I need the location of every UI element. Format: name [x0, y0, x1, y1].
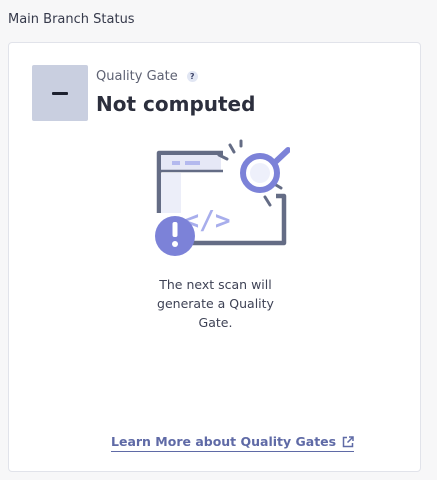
- quality-gate-status: Not computed: [96, 92, 256, 116]
- help-icon[interactable]: ?: [186, 71, 198, 82]
- external-link-icon: [342, 435, 354, 448]
- dash-icon: [52, 91, 68, 95]
- scan-message: The next scan will generate a Quality Ga…: [157, 277, 274, 330]
- section-title: Main Branch Status: [8, 12, 135, 27]
- learn-more-link[interactable]: Learn More about Quality Gates: [111, 434, 355, 452]
- learn-more-label: Learn More about Quality Gates: [111, 434, 337, 449]
- quality-gate-badge: [32, 65, 88, 121]
- quality-gate-card: Quality Gate ? Not computed </> The next: [8, 42, 421, 472]
- quality-gate-label-row: Quality Gate ?: [96, 69, 198, 84]
- scan-message-container: The next scan will generate a Quality Ga…: [9, 275, 422, 332]
- quality-gate-label: Quality Gate: [96, 69, 178, 84]
- code-inspection-illustration: </>: [155, 139, 290, 256]
